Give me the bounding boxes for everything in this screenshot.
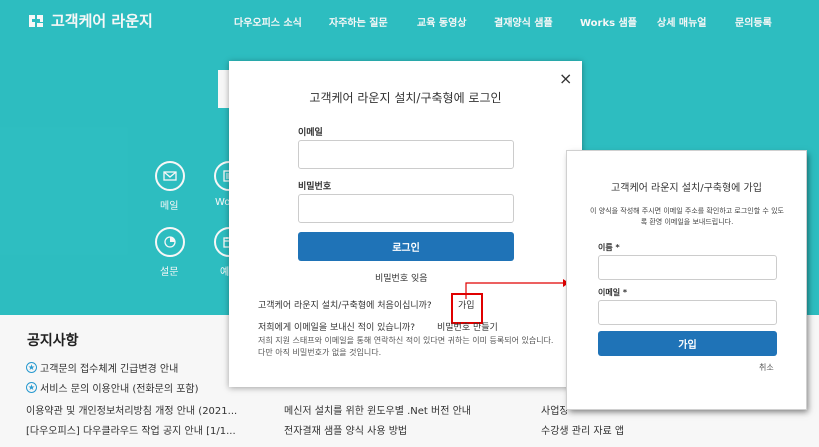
signup-description: 이 양식을 작성해 주시면 이메일 주소를 확인하고 로그인할 수 있도록 환영…: [590, 207, 784, 226]
notice-item-text: [다우오피스] 다우클라우드 작업 공지 안내 [1/1...: [26, 426, 236, 437]
password-field[interactable]: [298, 194, 514, 223]
star-icon: ★: [26, 362, 37, 373]
login-modal: × 고객케어 라운지 설치/구축형에 로그인 이메일 비밀번호 로그인 비밀번호…: [229, 61, 582, 387]
notice-item-text: 서비스 문의 이용안내 (전화문의 포함): [40, 384, 199, 395]
brand[interactable]: 고객케어 라운지: [26, 10, 153, 31]
cancel-link[interactable]: 취소: [759, 362, 774, 373]
login-button[interactable]: 로그인: [298, 232, 514, 261]
email-field[interactable]: [298, 140, 514, 169]
login-modal-title: 고객케어 라운지 설치/구축형에 로그인: [309, 91, 502, 105]
survey-icon[interactable]: [155, 227, 185, 257]
registered-info-text: 저희 지원 스태프와 이메일을 통해 연락하신 적이 있다면 귀하는 이미 등록…: [258, 336, 554, 357]
icon-label-mail: 메일: [160, 201, 179, 212]
faq-item[interactable]: 전자결재 샘플 양식 사용 방법: [284, 422, 407, 437]
nav-item-approval-samples[interactable]: 결재양식 샘플: [494, 14, 553, 29]
icon-label-survey: 설문: [160, 267, 179, 278]
star-icon: ★: [26, 382, 37, 393]
nav-item-inquiry[interactable]: 문의등록: [735, 14, 772, 29]
notice-section-title: 공지사항: [27, 333, 79, 349]
name-field[interactable]: [598, 255, 777, 280]
nav-item-works-samples[interactable]: Works 샘플: [580, 14, 637, 29]
top-navigation-bar: 고객케어 라운지 다우오피스 소식 자주하는 질문 교육 동영상 결재양식 샘플…: [0, 0, 819, 42]
signup-modal-title: 고객케어 라운지 설치/구축형에 가입: [611, 183, 762, 194]
name-label: 이름 *: [598, 243, 620, 252]
brand-name: 고객케어 라운지: [51, 12, 153, 30]
password-label: 비밀번호: [298, 182, 332, 192]
notice-item[interactable]: ★ 서비스 문의 이용안내 (전화문의 포함): [26, 380, 199, 395]
nav-item-news[interactable]: 다우오피스 소식: [234, 14, 302, 29]
notice-item-text: 이용약관 및 개인정보처리방침 개정 안내 (2021...: [26, 406, 238, 417]
close-icon[interactable]: ×: [559, 69, 572, 88]
first-time-text: 고객케어 라운지 설치/구축형에 처음이십니까?: [258, 301, 432, 311]
arrow-icon: [465, 279, 569, 299]
brand-logo-icon: [29, 14, 43, 27]
notice-item-text: 고객문의 접수체계 긴급변경 안내: [40, 364, 179, 375]
make-password-link[interactable]: 비밀번호 만들기: [437, 320, 498, 333]
icon-label-reservation: 예: [220, 267, 230, 278]
signup-email-label: 이메일 *: [598, 288, 628, 297]
signup-email-field[interactable]: [598, 300, 777, 325]
mail-icon[interactable]: [155, 161, 185, 191]
nav-item-manual[interactable]: 상세 매뉴얼: [657, 14, 706, 29]
resource-item[interactable]: 사업장: [541, 402, 569, 417]
resource-item[interactable]: 수강생 관리 자료 앱: [541, 422, 624, 437]
notice-item[interactable]: ★ 고객문의 접수체계 긴급변경 안내: [26, 360, 178, 375]
nav-item-videos[interactable]: 교육 동영상: [417, 14, 466, 29]
signup-button[interactable]: 가입: [598, 331, 777, 356]
emailed-before-text: 저희에게 이메일을 보내신 적이 있습니까?: [258, 323, 415, 333]
signup-modal: 고객케어 라운지 설치/구축형에 가입 이 양식을 작성해 주시면 이메일 주소…: [567, 151, 806, 409]
notice-item[interactable]: 이용약관 및 개인정보처리방침 개정 안내 (2021...: [26, 402, 237, 417]
nav-item-faq[interactable]: 자주하는 질문: [329, 14, 388, 29]
notice-item[interactable]: [다우오피스] 다우클라우드 작업 공지 안내 [1/1...: [26, 422, 236, 437]
faq-item[interactable]: 메신저 설치를 위한 윈도우별 .Net 버전 안내: [284, 402, 471, 417]
forgot-password-link[interactable]: 비밀번호 잊음: [375, 271, 428, 284]
email-label: 이메일: [298, 128, 323, 138]
